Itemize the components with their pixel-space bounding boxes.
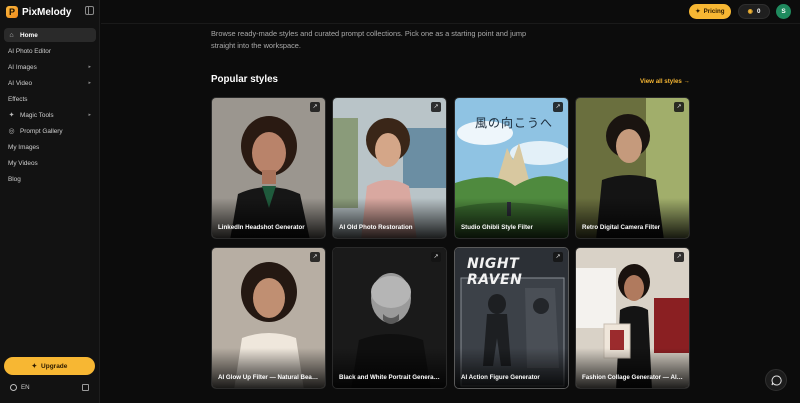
open-icon: ↗ <box>553 252 563 262</box>
gallery-icon: ◎ <box>8 127 15 135</box>
language-label: EN <box>21 384 30 391</box>
open-icon: ↗ <box>674 252 684 262</box>
upgrade-button[interactable]: ✦ Upgrade <box>4 357 95 375</box>
card-title: LinkedIn Headshot Generator <box>218 224 305 231</box>
card-title: AI Old Photo Restoration <box>339 224 413 231</box>
style-card[interactable]: NIGHT RAVEN ↗ AI Action Figure Generator <box>454 247 569 389</box>
open-icon: ↗ <box>431 102 441 112</box>
open-icon: ↗ <box>431 252 441 262</box>
open-icon: ↗ <box>310 102 320 112</box>
card-shade <box>212 348 325 388</box>
credits-count: 0 <box>756 8 761 15</box>
style-card[interactable]: ↗ AI Old Photo Restoration <box>332 97 447 239</box>
sidebar-item-label: AI Photo Editor <box>8 47 51 55</box>
sidebar: P PixMelody ⌂ Home AI Photo Editor AI Im… <box>0 0 100 403</box>
sidebar-item-home[interactable]: ⌂ Home <box>4 28 96 42</box>
card-shade <box>333 198 446 238</box>
sidebar-item-magic-tools[interactable]: ✦ Magic Tools ▸ <box>4 108 96 122</box>
sidebar-item-label: Home <box>20 31 38 39</box>
view-all-link[interactable]: View all styles → <box>640 78 690 85</box>
sidebar-item-label: Blog <box>8 175 21 183</box>
style-card[interactable]: ↗ AI Glow Up Filter — Natural Beauty… <box>211 247 326 389</box>
card-shade <box>455 198 568 238</box>
chat-button[interactable] <box>765 369 787 391</box>
style-card[interactable]: ↗ Fashion Collage Generator — AI Ed… <box>575 247 690 389</box>
style-card[interactable]: 風の向こうへ ↗ Studio Ghibli Style Filter <box>454 97 569 239</box>
card-shade <box>212 198 325 238</box>
brand-name: PixMelody <box>22 6 72 18</box>
sparkle-icon: ✦ <box>31 363 38 370</box>
sidebar-item-label: Magic Tools <box>20 111 54 119</box>
magic-wand-icon: ✦ <box>8 111 15 119</box>
card-title: AI Glow Up Filter — Natural Beauty… <box>218 374 320 381</box>
sidebar-item-label: Prompt Gallery <box>20 127 63 135</box>
upgrade-label: Upgrade <box>41 362 68 370</box>
sidebar-item-ai-images[interactable]: AI Images ▸ <box>4 60 96 74</box>
coins-icon: ◉ <box>747 8 753 15</box>
card-title: Retro Digital Camera Filter <box>582 224 661 231</box>
pricing-button[interactable]: ✦ Pricing <box>689 4 731 19</box>
open-icon: ↗ <box>553 102 563 112</box>
card-shade <box>576 348 689 388</box>
globe-icon <box>10 384 17 391</box>
chevron-right-icon: ▸ <box>88 112 91 118</box>
view-all-label: View all styles <box>640 78 682 85</box>
sidebar-item-effects[interactable]: Effects <box>4 92 96 106</box>
chevron-right-icon: ▸ <box>88 80 91 86</box>
sparkle-icon: ✦ <box>695 8 701 15</box>
card-title: Studio Ghibli Style Filter <box>461 224 533 231</box>
logo[interactable]: P PixMelody <box>6 4 71 20</box>
sidebar-item-ai-video[interactable]: AI Video ▸ <box>4 76 96 90</box>
card-shade <box>455 348 568 388</box>
style-card[interactable]: ↗ Retro Digital Camera Filter <box>575 97 690 239</box>
art-title-text: 風の向こうへ <box>475 116 554 130</box>
home-icon: ⌂ <box>9 31 14 39</box>
style-card[interactable]: ↗ Black and White Portrait Generator… <box>332 247 447 389</box>
sidebar-item-label: My Images <box>8 143 40 151</box>
app-root: P PixMelody ⌂ Home AI Photo Editor AI Im… <box>0 0 800 403</box>
pricing-label: Pricing <box>703 8 725 15</box>
sidebar-item-label: AI Video <box>8 79 33 87</box>
sidebar-nav: ⌂ Home AI Photo Editor AI Images ▸ AI Vi… <box>4 28 96 188</box>
sidebar-item-label: My Videos <box>8 159 38 167</box>
sidebar-panel-icon[interactable] <box>82 384 89 391</box>
arrow-right-icon: → <box>683 78 690 85</box>
card-shade <box>576 198 689 238</box>
sidebar-item-blog[interactable]: Blog <box>4 172 96 186</box>
open-icon: ↗ <box>310 252 320 262</box>
sidebar-collapse-icon[interactable] <box>85 6 94 15</box>
sidebar-item-ai-photo-editor[interactable]: AI Photo Editor <box>4 44 96 58</box>
card-title: AI Action Figure Generator <box>461 374 540 381</box>
sidebar-item-my-images[interactable]: My Images <box>4 140 96 154</box>
avatar[interactable]: S <box>776 4 791 19</box>
language-selector[interactable]: EN <box>10 384 30 391</box>
style-card[interactable]: ↗ LinkedIn Headshot Generator <box>211 97 326 239</box>
sidebar-item-prompt-gallery[interactable]: ◎ Prompt Gallery <box>4 124 96 138</box>
credits-badge[interactable]: ◉ 0 <box>738 4 770 19</box>
sidebar-item-label: Effects <box>8 95 28 103</box>
section-title: Popular styles <box>211 74 278 85</box>
chevron-right-icon: ▸ <box>88 64 91 70</box>
sidebar-item-label: AI Images <box>8 63 37 71</box>
card-shade <box>333 348 446 388</box>
sidebar-item-my-videos[interactable]: My Videos <box>4 156 96 170</box>
card-title: Fashion Collage Generator — AI Ed… <box>582 374 684 381</box>
top-header: ✦ Pricing ◉ 0 S <box>101 0 800 24</box>
intro-text: Browse ready-made styles and curated pro… <box>211 29 527 50</box>
open-icon: ↗ <box>674 102 684 112</box>
card-title: Black and White Portrait Generator… <box>339 374 441 381</box>
logo-icon: P <box>6 6 18 18</box>
chat-icon <box>771 374 782 385</box>
